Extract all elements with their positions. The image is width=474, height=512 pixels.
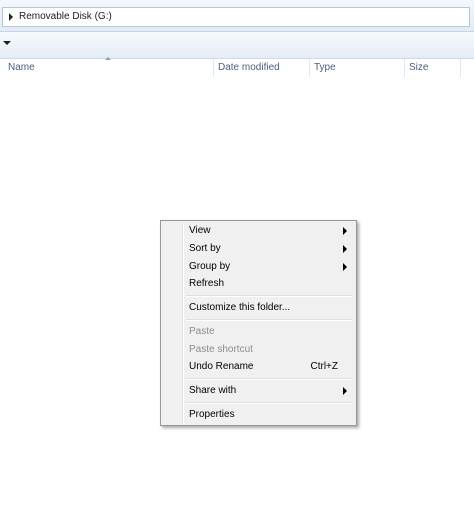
menu-item-customize-folder[interactable]: Customize this folder... (163, 299, 354, 317)
menu-item-refresh[interactable]: Refresh (163, 275, 354, 293)
breadcrumb-location[interactable]: Removable Disk (G:) (19, 11, 112, 22)
context-menu: View Sort by Group by Refresh Customize … (160, 220, 357, 426)
menu-item-label: Share with (189, 385, 237, 396)
toolbar (0, 32, 474, 59)
menu-separator (186, 295, 352, 297)
menu-separator (186, 319, 352, 321)
menu-item-paste-shortcut[interactable]: Paste shortcut (163, 341, 354, 359)
menu-item-label: Properties (189, 409, 235, 420)
menu-item-label: Sort by (189, 243, 221, 254)
menu-item-properties[interactable]: Properties (163, 406, 354, 424)
submenu-arrow-icon (343, 387, 347, 395)
menu-item-sort-by[interactable]: Sort by (163, 240, 354, 258)
column-header-name[interactable]: Name (4, 59, 213, 77)
menu-item-label: Paste shortcut (189, 344, 253, 355)
menu-separator (186, 378, 352, 380)
submenu-arrow-icon (343, 245, 347, 253)
submenu-arrow-icon (343, 263, 347, 271)
menu-item-label: Undo Rename (189, 361, 254, 372)
menu-item-paste[interactable]: Paste (163, 323, 354, 341)
menu-item-label: View (189, 225, 211, 236)
menu-item-view[interactable]: View (163, 222, 354, 240)
menu-item-label: Paste (189, 326, 215, 337)
breadcrumb-arrow-icon[interactable] (9, 13, 13, 21)
submenu-arrow-icon (343, 227, 347, 235)
menu-item-share-with[interactable]: Share with (163, 382, 354, 400)
menu-separator (186, 402, 352, 404)
menu-item-shortcut: Ctrl+Z (310, 361, 339, 372)
menu-item-label: Group by (189, 261, 231, 272)
menu-item-undo-rename[interactable]: Undo Rename Ctrl+Z (163, 358, 354, 376)
menu-item-label: Customize this folder... (189, 302, 291, 313)
column-divider[interactable] (460, 59, 461, 77)
menu-item-group-by[interactable]: Group by (163, 258, 354, 276)
address-bar: Removable Disk (G:) (0, 0, 474, 32)
column-header-date-modified[interactable]: Date modified (214, 59, 309, 77)
column-header-size[interactable]: Size (405, 59, 460, 77)
column-header-type[interactable]: Type (310, 59, 404, 77)
menu-item-label: Refresh (189, 278, 225, 289)
address-field[interactable]: Removable Disk (G:) (2, 7, 470, 27)
organize-dropdown-icon[interactable] (3, 41, 11, 45)
